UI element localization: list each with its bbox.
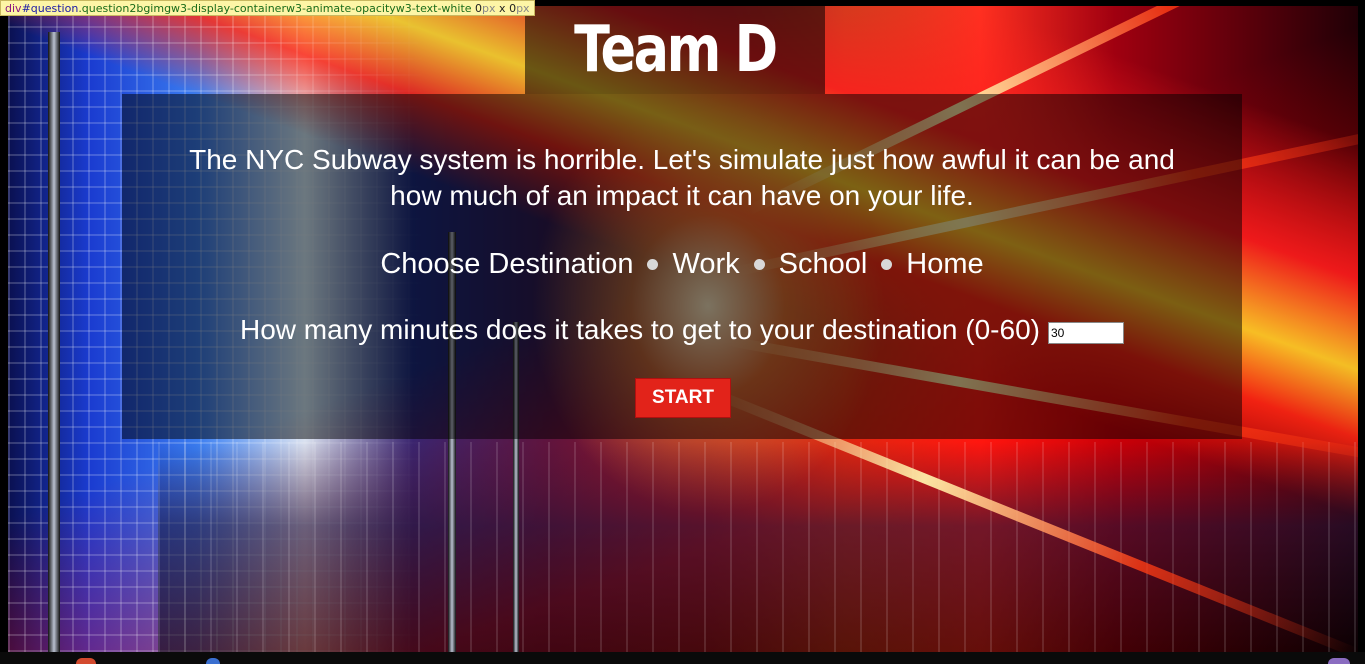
pillar	[48, 32, 60, 652]
option-school-label[interactable]: School	[779, 246, 868, 282]
destination-choice: Choose Destination Work School Home	[122, 246, 1242, 282]
minutes-input[interactable]	[1047, 322, 1124, 344]
page-title: Team D	[574, 13, 778, 87]
tray-icon[interactable]	[1328, 658, 1350, 664]
tooltip-classes: .question2bgimgw3-display-containerw3-an…	[78, 2, 472, 15]
minutes-row: How many minutes does it takes to get to…	[122, 312, 1242, 348]
option-work-label[interactable]: Work	[672, 246, 739, 282]
tooltip-id: #question	[21, 2, 79, 15]
tooltip-height-unit: px	[516, 2, 530, 15]
intro-line-2: how much of an impact it can have on you…	[390, 180, 974, 211]
tooltip-sep: x	[495, 2, 510, 15]
taskbar-strip	[0, 652, 1365, 664]
intro-line-1: The NYC Subway system is horrible. Let's…	[189, 144, 1175, 175]
option-home-label[interactable]: Home	[906, 246, 983, 282]
question-panel: The NYC Subway system is horrible. Let's…	[122, 94, 1242, 439]
tooltip-width: 0	[475, 2, 483, 15]
destination-label: Choose Destination	[380, 248, 634, 280]
header-banner: Team D	[525, 6, 825, 94]
radio-home[interactable]	[881, 258, 893, 270]
platform-floor	[158, 442, 1358, 652]
tooltip-height: 0	[509, 2, 517, 15]
tooltip-tag: div	[5, 2, 22, 15]
start-button[interactable]: START	[635, 378, 731, 418]
minutes-label: How many minutes does it takes to get to…	[240, 314, 1040, 345]
radio-work[interactable]	[647, 258, 659, 270]
devtools-element-tooltip: div#question.question2bgimgw3-display-co…	[0, 0, 535, 16]
radio-school[interactable]	[753, 258, 765, 270]
intro-text: The NYC Subway system is horrible. Let's…	[122, 142, 1242, 214]
app-icon[interactable]	[206, 658, 220, 664]
browser-icon[interactable]	[76, 658, 96, 664]
tooltip-width-unit: px	[482, 2, 496, 15]
